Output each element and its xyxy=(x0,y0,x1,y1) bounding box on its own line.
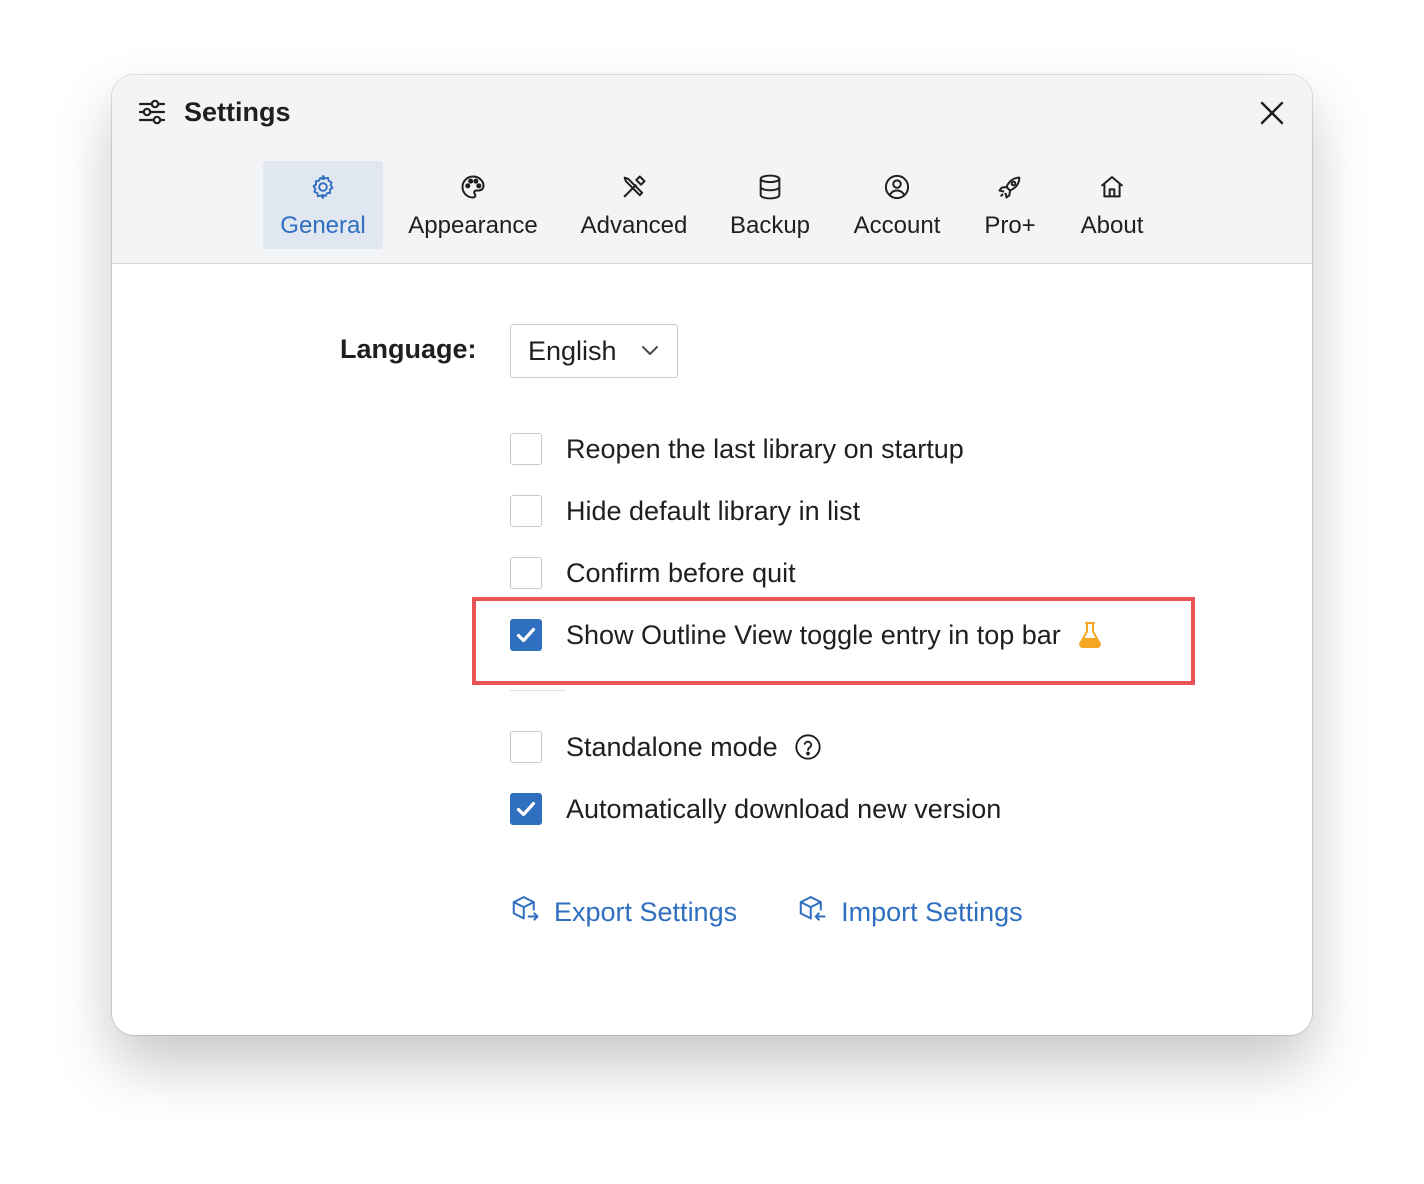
tab-label: About xyxy=(1080,212,1144,239)
palette-icon xyxy=(459,173,487,201)
import-settings-label: Import Settings xyxy=(841,896,1023,927)
option-confirm-before-quit: Confirm before quit xyxy=(510,556,796,590)
tab-label: Pro+ xyxy=(984,212,1036,239)
option-hide-default-library: Hide default library in list xyxy=(510,494,860,528)
window-header: Settings General Appearance Advanced Bac… xyxy=(112,75,1312,264)
hide-default-library-checkbox[interactable] xyxy=(510,495,542,527)
tab-label: General xyxy=(280,212,366,239)
tab-label: Account xyxy=(853,212,941,239)
checkmark-icon xyxy=(516,801,536,817)
show-outline-view-checkbox[interactable] xyxy=(510,619,542,651)
section-divider xyxy=(510,690,566,691)
export-settings-label: Export Settings xyxy=(554,896,738,927)
tab-label: Advanced xyxy=(580,212,688,239)
settings-window: Settings General Appearance Advanced Bac… xyxy=(112,75,1312,1035)
checkmark-icon xyxy=(516,627,536,643)
option-label: Standalone mode xyxy=(566,731,778,762)
language-label: Language: xyxy=(340,334,477,364)
option-show-outline-view-toggle: Show Outline View toggle entry in top ba… xyxy=(510,618,1103,652)
option-auto-download-new-version: Automatically download new version xyxy=(510,792,1001,826)
tab-label: Appearance xyxy=(408,212,538,239)
reopen-last-library-checkbox[interactable] xyxy=(510,433,542,465)
import-settings-link[interactable]: Import Settings xyxy=(797,894,1023,931)
general-settings-panel: Language: English Reopen the last librar… xyxy=(112,264,1312,1035)
option-reopen-last-library: Reopen the last library on startup xyxy=(510,432,964,466)
database-icon xyxy=(756,173,784,201)
screen: Settings General Appearance Advanced Bac… xyxy=(0,0,1424,1184)
close-button[interactable] xyxy=(1256,97,1288,129)
close-icon xyxy=(1260,101,1284,125)
tools-icon xyxy=(620,173,648,201)
home-icon xyxy=(1098,173,1126,201)
standalone-mode-checkbox[interactable] xyxy=(510,731,542,763)
option-label: Automatically download new version xyxy=(566,793,1002,824)
auto-download-checkbox[interactable] xyxy=(510,793,542,825)
window-title: Settings xyxy=(184,96,291,127)
tab-account[interactable]: Account xyxy=(842,161,952,249)
tab-backup[interactable]: Backup xyxy=(718,161,822,249)
option-label: Hide default library in list xyxy=(566,495,861,526)
gear-icon xyxy=(309,173,337,201)
settings-tabs: General Appearance Advanced Backup Accou… xyxy=(112,161,1312,249)
language-select[interactable]: English xyxy=(510,324,678,378)
export-settings-link[interactable]: Export Settings xyxy=(510,894,737,931)
rocket-icon xyxy=(996,173,1024,201)
option-label: Confirm before quit xyxy=(566,557,796,588)
help-circle-icon[interactable] xyxy=(794,733,822,761)
tab-pro[interactable]: Pro+ xyxy=(978,161,1042,249)
box-import-icon xyxy=(797,894,827,931)
tab-appearance[interactable]: Appearance xyxy=(401,161,545,249)
language-value: English xyxy=(528,335,617,366)
tab-about[interactable]: About xyxy=(1072,161,1152,249)
tab-label: Backup xyxy=(729,212,811,239)
chevron-down-icon xyxy=(641,343,659,362)
tab-general[interactable]: General xyxy=(263,161,383,249)
box-export-icon xyxy=(510,894,540,931)
confirm-before-quit-checkbox[interactable] xyxy=(510,557,542,589)
flask-icon xyxy=(1077,621,1103,649)
tab-advanced[interactable]: Advanced xyxy=(574,161,694,249)
title-bar: Settings xyxy=(138,95,291,129)
user-circle-icon xyxy=(883,173,911,201)
settings-transfer-links: Export Settings Import Settings xyxy=(510,894,1023,930)
sliders-icon xyxy=(138,99,166,125)
option-label: Show Outline View toggle entry in top ba… xyxy=(566,619,1061,650)
option-standalone-mode: Standalone mode xyxy=(510,730,822,764)
option-label: Reopen the last library on startup xyxy=(566,433,964,464)
